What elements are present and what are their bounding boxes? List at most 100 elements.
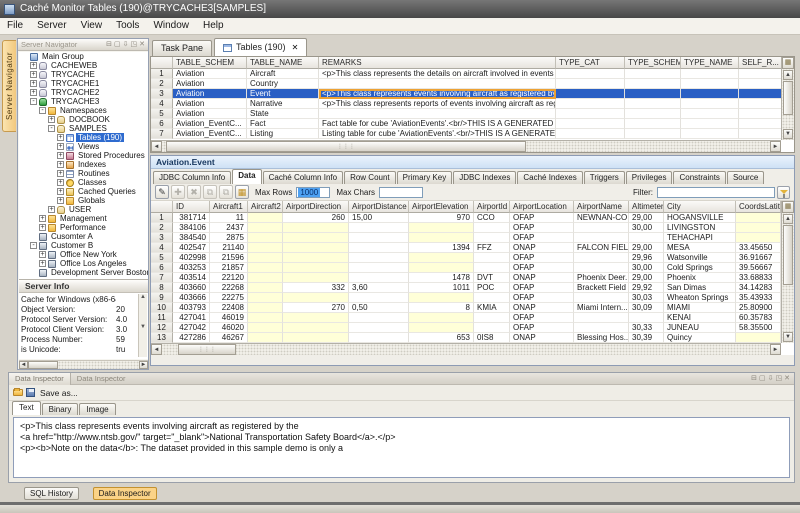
tree-expander-icon[interactable]: + bbox=[39, 251, 46, 258]
menu-window[interactable]: Window bbox=[146, 18, 196, 34]
close-tab-icon[interactable]: ✕ bbox=[292, 39, 299, 56]
grid-cell[interactable]: 427286 bbox=[173, 333, 210, 343]
tree-expander-icon[interactable]: + bbox=[57, 152, 64, 159]
scroll-down-icon[interactable]: ▼ bbox=[783, 129, 793, 139]
scroll-left-icon[interactable]: ◄ bbox=[151, 344, 162, 355]
add-row-icon[interactable]: ✚ bbox=[171, 185, 185, 199]
grid-cell[interactable]: 33.68833 bbox=[736, 273, 781, 283]
grid-cell[interactable]: Blessing Hos... bbox=[574, 333, 629, 343]
tree-expander-icon[interactable]: + bbox=[48, 116, 55, 123]
grid-cell[interactable]: ONAP bbox=[510, 273, 574, 283]
tree-expander-icon[interactable]: + bbox=[39, 215, 46, 222]
table-row[interactable]: 3 384540 2875 OFAP TEHACHAPI bbox=[151, 233, 794, 243]
grid-cell[interactable] bbox=[349, 253, 409, 263]
grid-cell[interactable]: Phoenix bbox=[664, 273, 736, 283]
grid-cell[interactable]: OFAP bbox=[510, 223, 574, 233]
tree-item[interactable]: Main Group bbox=[19, 52, 148, 61]
tree-expander-icon[interactable]: + bbox=[48, 206, 55, 213]
grid-cell[interactable] bbox=[409, 223, 474, 233]
scroll-left-icon[interactable]: ◄ bbox=[151, 141, 162, 152]
grid-cell[interactable] bbox=[283, 333, 349, 343]
grid-cell[interactable] bbox=[474, 253, 510, 263]
server-navigator-vertical-tab[interactable]: Server Navigator bbox=[2, 40, 16, 132]
tree-expander-icon[interactable]: + bbox=[57, 170, 64, 177]
grid-cell[interactable] bbox=[681, 129, 739, 139]
scroll-thumb[interactable]: ⋮⋮⋮ bbox=[166, 141, 526, 152]
grid-cell[interactable]: 33.45650 bbox=[736, 243, 781, 253]
grid-cell[interactable] bbox=[474, 293, 510, 303]
tree-expander-icon[interactable]: + bbox=[57, 197, 64, 204]
tree-item[interactable]: + Cached Queries bbox=[19, 187, 148, 196]
grid-cell[interactable]: 381714 bbox=[173, 213, 210, 223]
scroll-thumb[interactable]: ⋮⋮⋮ bbox=[178, 344, 236, 355]
grid-cell[interactable] bbox=[681, 99, 739, 109]
scroll-right-icon[interactable]: ► bbox=[139, 361, 148, 369]
grid-cell[interactable] bbox=[248, 233, 283, 243]
grid-cell[interactable]: 30,00 bbox=[629, 263, 664, 273]
grid-cell[interactable]: 8 bbox=[409, 303, 474, 313]
grid-cell[interactable] bbox=[736, 223, 781, 233]
grid-cell[interactable]: 25.80900 bbox=[736, 303, 781, 313]
grid-cell[interactable] bbox=[409, 253, 474, 263]
grid-cell[interactable]: 403793 bbox=[173, 303, 210, 313]
grid-cell[interactable] bbox=[283, 223, 349, 233]
inspector-text-area[interactable]: <p>This class represents events involvin… bbox=[13, 417, 790, 478]
grid-cell[interactable] bbox=[739, 109, 783, 119]
grid-cell[interactable]: 34.14283 bbox=[736, 283, 781, 293]
tree-item[interactable]: + Classes bbox=[19, 178, 148, 187]
minimize-icon[interactable]: ⊟ bbox=[106, 40, 112, 50]
grid-cell[interactable] bbox=[739, 99, 783, 109]
max-chars-input[interactable] bbox=[379, 186, 424, 198]
close-icon[interactable]: ✕ bbox=[139, 40, 145, 50]
tree-expander-icon[interactable]: + bbox=[39, 224, 46, 231]
grid-cell[interactable] bbox=[349, 243, 409, 253]
grid-cell[interactable] bbox=[556, 89, 625, 99]
grid-cell[interactable] bbox=[349, 273, 409, 283]
grid-cell[interactable]: 403660 bbox=[173, 283, 210, 293]
column-header-type-name[interactable]: TYPE_NAME bbox=[681, 57, 739, 69]
grid-cell[interactable] bbox=[736, 233, 781, 243]
grid-cell[interactable]: 270 bbox=[283, 303, 349, 313]
close-icon[interactable]: ✕ bbox=[784, 374, 790, 384]
grid-cell[interactable]: NEWNAN-CO... bbox=[574, 213, 629, 223]
grid-cell[interactable]: 427041 bbox=[173, 313, 210, 323]
grid-cell[interactable] bbox=[574, 323, 629, 333]
grid-cell[interactable] bbox=[556, 69, 625, 79]
grid-cell[interactable]: HOGANSVILLE bbox=[664, 213, 736, 223]
grid-cell[interactable]: Aviation bbox=[173, 99, 247, 109]
grid-cell[interactable]: Fact table for cube 'AviationEvents'.<br… bbox=[319, 119, 556, 129]
grid-cell[interactable]: 29,96 bbox=[629, 253, 664, 263]
grid-cell[interactable] bbox=[409, 263, 474, 273]
grid-cell[interactable] bbox=[474, 313, 510, 323]
grid-cell[interactable]: Brackett Field bbox=[574, 283, 629, 293]
grid-cell[interactable]: <p>This class represents reports of even… bbox=[319, 99, 556, 109]
maximize-icon[interactable]: ▢ bbox=[759, 374, 766, 384]
grid-cell[interactable] bbox=[248, 333, 283, 343]
menu-server[interactable]: Server bbox=[30, 18, 73, 34]
grid-cell[interactable] bbox=[625, 109, 681, 119]
tree-expander-icon[interactable]: + bbox=[30, 71, 37, 78]
tree-item[interactable]: - Namespaces bbox=[19, 106, 148, 115]
grid-cell[interactable] bbox=[681, 79, 739, 89]
column-header-airportelevation[interactable]: AirportElevation bbox=[409, 201, 474, 213]
grid-cell[interactable]: 403514 bbox=[173, 273, 210, 283]
grid-cell[interactable] bbox=[248, 223, 283, 233]
grid-cell[interactable]: 3,60 bbox=[349, 283, 409, 293]
grid-cell[interactable]: Fact bbox=[247, 119, 319, 129]
grid-cell[interactable]: 11 bbox=[210, 213, 248, 223]
column-header-altimeter[interactable]: Altimeter bbox=[629, 201, 664, 213]
grid-cell[interactable]: 22268 bbox=[210, 283, 248, 293]
grid-cell[interactable]: OFAP bbox=[510, 313, 574, 323]
grid-cell[interactable]: 2875 bbox=[210, 233, 248, 243]
grid-cell[interactable] bbox=[474, 323, 510, 333]
detail-tab-jdbc-column-info[interactable]: JDBC Column Info bbox=[153, 171, 232, 184]
grid-cell[interactable] bbox=[574, 253, 629, 263]
tree-expander-icon[interactable]: + bbox=[39, 260, 46, 267]
scroll-right-icon[interactable]: ► bbox=[770, 141, 781, 152]
grid-cell[interactable]: JUNEAU bbox=[664, 323, 736, 333]
grid-cell[interactable]: 36.91667 bbox=[736, 253, 781, 263]
grid-cell[interactable]: 403666 bbox=[173, 293, 210, 303]
grid-cell[interactable] bbox=[681, 89, 739, 99]
grid-cell[interactable]: 332 bbox=[283, 283, 349, 293]
table-row[interactable]: 12 427042 46020 OFAP 30,33 JUNEAU 58.35500 bbox=[151, 323, 794, 333]
